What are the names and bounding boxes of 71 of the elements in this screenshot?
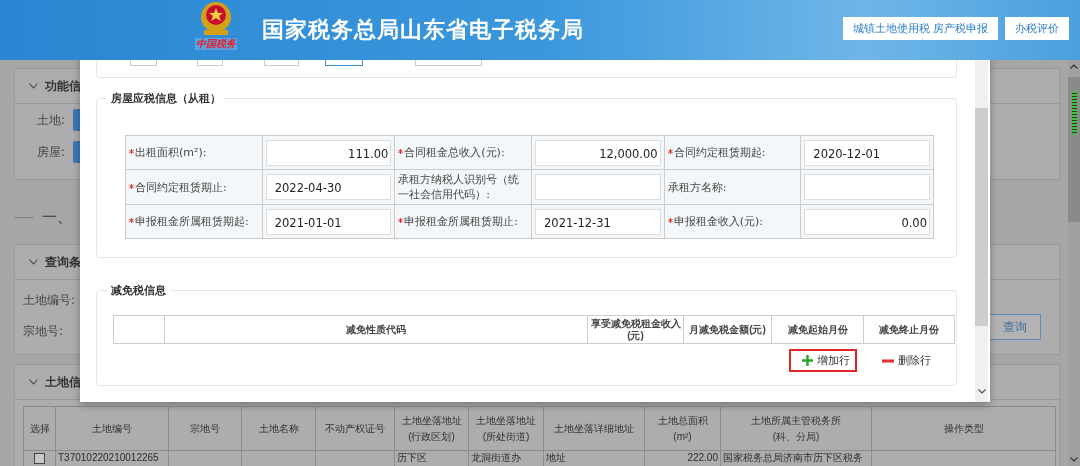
input-field[interactable]: 2021-01-01 xyxy=(265,208,392,235)
field-label: 合同约定租赁期止: xyxy=(135,179,227,195)
input-field[interactable]: 2022-04-30 xyxy=(265,174,392,200)
table-cell: T37010220210012265 xyxy=(58,452,159,463)
input-field[interactable]: 2020-12-01 xyxy=(804,139,930,166)
column-header: 土地所属主管税务所 (科、分局) xyxy=(720,406,872,451)
column-header: 土地坐落地址 (所处街道) xyxy=(468,406,544,451)
input-field[interactable]: 0.00 xyxy=(804,208,930,235)
site-title: 国家税务总局山东省电子税务局 xyxy=(262,16,584,44)
field-label: 申报租金收入(元): xyxy=(673,214,763,229)
add-row-button[interactable]: 增加行 xyxy=(789,349,857,372)
field-label: 土地: xyxy=(37,111,67,129)
grip-icon xyxy=(1071,91,1077,135)
field-label: 合同约定租赁期起: xyxy=(673,145,766,160)
page-scrollbar[interactable] xyxy=(1068,60,1080,466)
column-header: 宗地号 xyxy=(168,406,242,451)
input-field[interactable] xyxy=(325,60,363,66)
field-label: 出租面积(m²): xyxy=(135,145,207,160)
column-header: 土地编号 xyxy=(55,406,169,451)
section-title: 减免税信息 xyxy=(107,283,170,298)
checkbox[interactable] xyxy=(34,453,45,464)
field-label: 房屋: xyxy=(37,143,67,161)
scroll-down-icon[interactable] xyxy=(977,389,986,394)
field-label: 宗地号: xyxy=(23,323,65,340)
section-heading: 一、 xyxy=(42,207,72,227)
chevron-down-icon[interactable] xyxy=(29,259,38,265)
field-label: 申报租金所属租赁期止: xyxy=(404,214,519,229)
delete-row-button[interactable]: 删除行 xyxy=(869,349,938,372)
panel-title: 查询条 xyxy=(45,253,81,271)
column-header: 减免性质代码 xyxy=(164,315,588,344)
chevron-down-icon[interactable] xyxy=(29,379,38,385)
chevron-down-icon[interactable] xyxy=(29,83,38,89)
table-cell: 国家税务总局济南市历下区税务 xyxy=(723,452,863,463)
scroll-down-icon[interactable] xyxy=(1070,457,1078,462)
minus-icon xyxy=(882,358,894,363)
table-cell: 222.00 xyxy=(687,452,718,463)
column-header: 减免终止月份 xyxy=(863,315,955,344)
column-header: 月减免税金额(元) xyxy=(683,315,772,344)
input-field[interactable] xyxy=(130,60,157,66)
field-label: 土地编号: xyxy=(23,292,76,309)
column-header: 享受减免税租金收入(元) xyxy=(587,315,684,344)
panel-title: 土地信 xyxy=(45,373,81,391)
input-field[interactable]: 2021-12-31 xyxy=(535,208,661,235)
table-cell: 地址 xyxy=(546,452,566,463)
select-field[interactable] xyxy=(415,60,482,66)
column-header: 操作类型 xyxy=(871,406,1056,451)
table-cell: 历下区 xyxy=(397,452,427,463)
field-label: 申报租金所属租赁期起: xyxy=(135,214,249,229)
dialog-scrollbar[interactable] xyxy=(975,60,988,402)
input-field[interactable]: 111.00 xyxy=(265,139,392,166)
section-title: 房屋应税信息（从租） xyxy=(107,91,225,106)
input-field[interactable]: 12,000.00 xyxy=(535,139,661,166)
header-button[interactable]: 城镇土地使用税 房产税申报 xyxy=(842,17,998,40)
column-header: 不动产权证号 xyxy=(315,406,395,451)
column-header: 选择 xyxy=(23,406,56,451)
field-label: 承租方名称: xyxy=(667,179,727,195)
panel-title: 功能信 xyxy=(45,77,81,95)
input-field[interactable] xyxy=(264,60,299,66)
column-header: 减免起始月份 xyxy=(771,315,864,344)
column-header: 土地坐落详细地址 xyxy=(543,406,645,451)
emblem-caption: 中国税务 xyxy=(195,38,237,50)
input-field[interactable] xyxy=(197,60,223,66)
column-header: 土地名称 xyxy=(241,406,316,451)
plus-icon xyxy=(802,355,813,366)
field-label: 承租方纳税人识别号（统一社会信用代码）: xyxy=(398,172,521,202)
column-header: 土地总面积 (m²) xyxy=(644,406,721,451)
field-label: 合同租金总收入(元): xyxy=(404,145,505,160)
header-button[interactable]: 办税评价 xyxy=(1005,17,1069,40)
column-header: 土地坐落地址 (行政区划) xyxy=(394,406,469,451)
table-cell: 龙洞街道办 xyxy=(471,452,521,463)
scroll-up-icon[interactable] xyxy=(1070,64,1078,69)
